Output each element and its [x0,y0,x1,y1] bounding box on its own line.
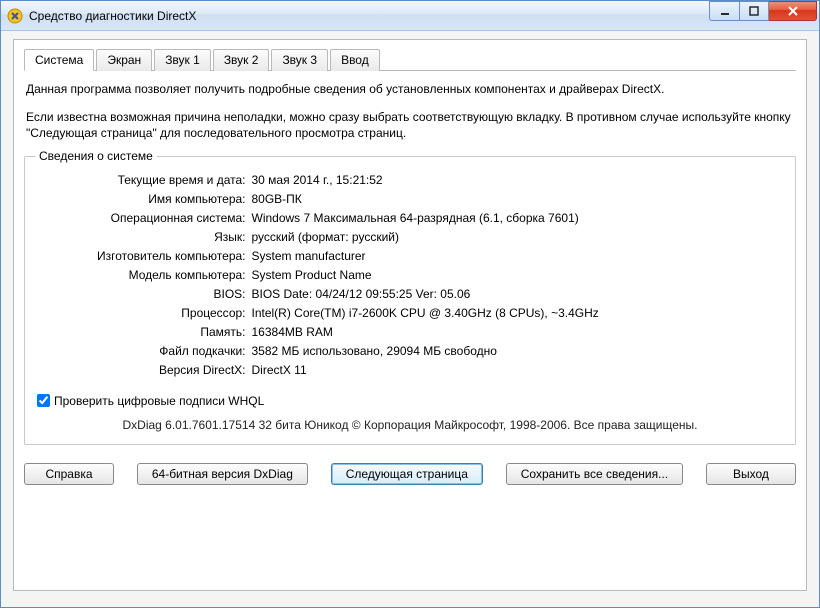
info-label: Операционная система: [97,209,252,228]
info-row: Файл подкачки:3582 МБ использовано, 2909… [97,342,599,361]
main-panel: Система Экран Звук 1 Звук 2 Звук 3 Ввод … [13,39,807,591]
client-area: Система Экран Звук 1 Звук 2 Звук 3 Ввод … [1,31,819,607]
info-row: Имя компьютера:80GB-ПК [97,190,599,209]
info-label: BIOS: [97,285,252,304]
info-label: Изготовитель компьютера: [97,247,252,266]
info-row: Язык:русский (формат: русский) [97,228,599,247]
save-all-button[interactable]: Сохранить все сведения... [506,463,683,485]
close-button[interactable] [769,1,817,21]
info-label: Версия DirectX: [97,361,252,380]
window-controls [709,1,817,21]
info-label: Язык: [97,228,252,247]
button-label: 64-битная версия DxDiag [152,467,293,481]
info-label: Текущие время и дата: [97,171,252,190]
info-value: Intel(R) Core(TM) i7-2600K CPU @ 3.40GHz… [252,304,599,323]
tab-input[interactable]: Ввод [330,49,380,71]
info-row: Модель компьютера:System Product Name [97,266,599,285]
button-label: Сохранить все сведения... [521,467,668,481]
window-title: Средство диагностики DirectX [29,9,709,23]
tab-sound2[interactable]: Звук 2 [213,49,270,71]
maximize-button[interactable] [739,1,769,21]
info-value: BIOS Date: 04/24/12 09:55:25 Ver: 05.06 [252,285,599,304]
info-value: System Product Name [252,266,599,285]
button-label: Следующая страница [346,467,468,481]
button-bar: Справка 64-битная версия DxDiag Следующа… [24,463,796,485]
tab-system[interactable]: Система [24,49,94,71]
whql-row: Проверить цифровые подписи WHQL [37,394,783,408]
tab-strip: Система Экран Звук 1 Звук 2 Звук 3 Ввод [24,48,796,71]
info-value: 3582 МБ использовано, 29094 МБ свободно [252,342,599,361]
group-title: Сведения о системе [35,149,157,163]
tab-label: Звук 1 [165,53,200,67]
info-label: Файл подкачки: [97,342,252,361]
dxdiag-icon [7,8,23,24]
info-value: 16384MB RAM [252,323,599,342]
info-row: Версия DirectX:DirectX 11 [97,361,599,380]
titlebar: Средство диагностики DirectX [1,1,819,31]
help-button[interactable]: Справка [24,463,114,485]
info-row: Процессор:Intel(R) Core(TM) i7-2600K CPU… [97,304,599,323]
info-value: System manufacturer [252,247,599,266]
next-page-button[interactable]: Следующая страница [331,463,483,485]
info-row: Изготовитель компьютера:System manufactu… [97,247,599,266]
minimize-button[interactable] [709,1,739,21]
intro-p2: Если известна возможная причина неполадк… [26,109,794,141]
info-label: Модель компьютера: [97,266,252,285]
intro-p1: Данная программа позволяет получить подр… [26,81,794,97]
footer-text: DxDiag 6.01.7601.17514 32 бита Юникод © … [37,418,783,432]
info-label: Процессор: [97,304,252,323]
info-value: русский (формат: русский) [252,228,599,247]
info-label: Память: [97,323,252,342]
tab-label: Звук 2 [224,53,259,67]
info-row: BIOS:BIOS Date: 04/24/12 09:55:25 Ver: 0… [97,285,599,304]
system-info-group: Сведения о системе Текущие время и дата:… [24,156,796,445]
tab-label: Ввод [341,53,369,67]
whql-label: Проверить цифровые подписи WHQL [54,394,264,408]
info-value: 80GB-ПК [252,190,599,209]
info-value: DirectX 11 [252,361,599,380]
info-row: Операционная система:Windows 7 Максималь… [97,209,599,228]
button-label: Выход [733,467,769,481]
tab-label: Звук 3 [282,53,317,67]
info-value: 30 мая 2014 г., 15:21:52 [252,171,599,190]
tab-screen[interactable]: Экран [96,49,152,71]
button-label: Справка [45,467,92,481]
tab-label: Экран [107,53,141,67]
info-label: Имя компьютера: [97,190,252,209]
info-row: Память:16384MB RAM [97,323,599,342]
exit-button[interactable]: Выход [706,463,796,485]
whql-checkbox[interactable] [37,394,50,407]
info-row: Текущие время и дата:30 мая 2014 г., 15:… [97,171,599,190]
info-table: Текущие время и дата:30 мая 2014 г., 15:… [97,171,599,380]
info-value: Windows 7 Максимальная 64-разрядная (6.1… [252,209,599,228]
app-window: Средство диагностики DirectX Система Экр… [0,0,820,608]
tab-sound3[interactable]: Звук 3 [271,49,328,71]
tab-label: Система [35,53,83,67]
64bit-button[interactable]: 64-битная версия DxDiag [137,463,308,485]
tab-sound1[interactable]: Звук 1 [154,49,211,71]
